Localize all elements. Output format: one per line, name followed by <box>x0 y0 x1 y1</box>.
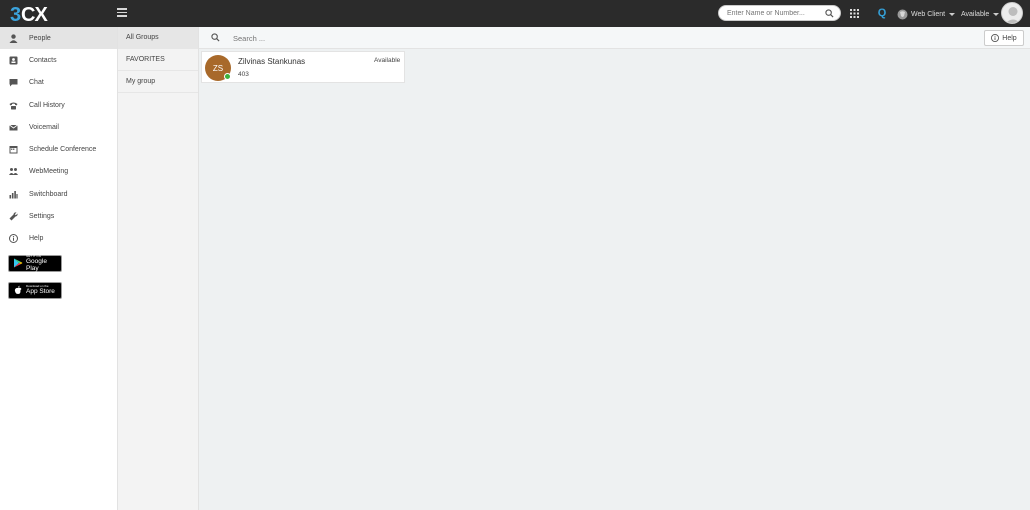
top-bar: 3 CX Q Web Client Available <box>0 0 1030 27</box>
help-button-label: Help <box>1002 34 1017 42</box>
sidebar-item-settings[interactable]: Settings <box>0 205 117 227</box>
contact-name: Zilvinas Stankunas <box>238 57 306 66</box>
sidebar-item-chat[interactable]: Chat <box>0 72 117 94</box>
google-play-badge[interactable]: GET IT ON Google Play <box>8 254 62 272</box>
contacts-icon <box>9 56 18 65</box>
status-dropdown[interactable]: Available <box>961 7 1000 21</box>
apple-icon <box>14 286 22 295</box>
sidebar: People Contacts Chat Call History Voicem… <box>0 27 117 510</box>
google-play-icon <box>14 258 23 268</box>
app-store-badge[interactable]: Download on the App Store <box>8 281 62 299</box>
sidebar-item-label: Settings <box>29 213 55 221</box>
info-icon <box>991 34 1000 42</box>
contact-extension: 403 <box>238 71 249 78</box>
sidebar-item-switchboard[interactable]: Switchboard <box>0 183 117 205</box>
sidebar-item-label: Schedule Conference <box>29 146 97 154</box>
group-list: All Groups FAVORITES My group <box>117 27 199 510</box>
search-icon <box>211 33 220 42</box>
dialpad-icon[interactable] <box>850 9 859 18</box>
contact-status: Available <box>374 57 401 64</box>
contact-initials: ZS <box>212 63 224 73</box>
help-button[interactable]: Help <box>984 30 1024 46</box>
sidebar-item-contacts[interactable]: Contacts <box>0 49 117 71</box>
people-search-bar: Help <box>199 27 1030 49</box>
group-item-my-group[interactable]: My group <box>118 71 198 93</box>
presence-indicator-icon <box>224 73 231 80</box>
calendar-icon <box>9 146 18 154</box>
status-label: Available <box>961 10 990 18</box>
people-search-input[interactable] <box>233 32 633 44</box>
sidebar-item-label: WebMeeting <box>29 168 69 176</box>
group-item-all-groups[interactable]: All Groups <box>118 27 198 49</box>
phone-icon <box>9 102 18 110</box>
webmeeting-icon <box>9 168 18 176</box>
sidebar-item-label: Switchboard <box>29 190 68 198</box>
web-client-icon <box>897 9 908 19</box>
sidebar-item-webmeeting[interactable]: WebMeeting <box>0 161 117 183</box>
dial-search-field[interactable] <box>718 5 841 21</box>
q-icon[interactable]: Q <box>876 6 888 20</box>
info-icon <box>9 234 18 244</box>
sidebar-item-label: Call History <box>29 101 65 109</box>
web-client-label: Web Client <box>911 10 946 18</box>
dial-search-input[interactable] <box>727 9 825 18</box>
search-icon[interactable] <box>825 9 834 18</box>
sidebar-item-label: People <box>29 34 51 42</box>
svg-text:3: 3 <box>10 4 21 24</box>
chevron-down-icon <box>993 12 1000 16</box>
sidebar-item-schedule-conference[interactable]: Schedule Conference <box>0 138 117 160</box>
sidebar-item-label: Contacts <box>29 56 57 64</box>
people-panel: Help ZS Zilvinas Stankunas 403 Available <box>199 27 1030 510</box>
contact-card[interactable]: ZS Zilvinas Stankunas 403 Available <box>201 51 405 83</box>
chat-icon <box>9 79 18 87</box>
sidebar-item-label: Chat <box>29 79 44 87</box>
menu-toggle-icon[interactable] <box>117 8 127 18</box>
sidebar-item-call-history[interactable]: Call History <box>0 94 117 116</box>
svg-text:CX: CX <box>21 4 48 24</box>
sidebar-item-voicemail[interactable]: Voicemail <box>0 116 117 138</box>
sidebar-item-label: Help <box>29 235 44 243</box>
user-avatar[interactable] <box>1001 2 1023 24</box>
wrench-icon <box>9 212 18 221</box>
google-play-big-text: Google Play <box>26 257 47 272</box>
app-store-big-text: App Store <box>26 288 55 296</box>
envelope-icon <box>9 124 18 131</box>
sidebar-item-people[interactable]: People <box>0 27 117 50</box>
sidebar-item-label: Voicemail <box>29 123 59 131</box>
3cx-logo[interactable]: 3 CX <box>10 3 60 24</box>
web-client-dropdown[interactable]: Web Client <box>897 7 956 21</box>
person-icon <box>9 34 18 43</box>
group-header-favorites: FAVORITES <box>118 49 198 71</box>
chevron-down-icon <box>949 12 956 16</box>
sidebar-item-help[interactable]: Help <box>0 228 117 250</box>
user-silhouette-icon <box>1005 7 1021 23</box>
bar-chart-icon <box>9 190 18 199</box>
